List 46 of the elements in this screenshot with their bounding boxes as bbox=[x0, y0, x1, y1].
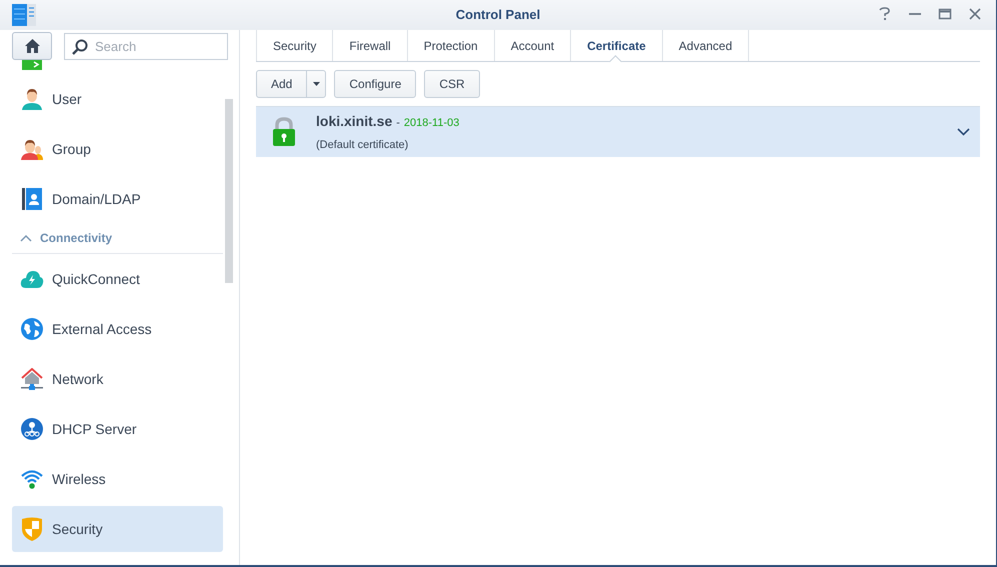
certificate-row[interactable]: loki.xinit.se - 2018-11-03 (Default certificate) bbox=[256, 106, 980, 157]
home-icon bbox=[24, 39, 40, 53]
tab[interactable]: Advanced bbox=[662, 30, 750, 61]
chevron-icon[interactable] bbox=[20, 234, 32, 242]
people-icon bbox=[21, 138, 43, 160]
contact-book-icon bbox=[21, 188, 43, 210]
maximize-icon[interactable] bbox=[938, 7, 952, 21]
sidebar-item[interactable]: Network bbox=[12, 356, 223, 402]
sidebar-item[interactable]: DHCP Server bbox=[12, 406, 223, 452]
home-button[interactable] bbox=[12, 32, 52, 60]
house-network-icon bbox=[20, 368, 44, 390]
cloud-lightning-icon bbox=[20, 269, 44, 289]
sidebar-item[interactable]: Group bbox=[12, 126, 223, 172]
app-icon bbox=[12, 4, 36, 26]
sidebar-item[interactable]: Domain/LDAP bbox=[12, 176, 223, 222]
tab[interactable]: Security bbox=[256, 30, 332, 61]
section-heading: Connectivity bbox=[40, 230, 112, 246]
scrollbar-thumb[interactable] bbox=[225, 99, 233, 283]
sidebar-item[interactable]: Wireless bbox=[12, 456, 223, 502]
search-field[interactable]: Search bbox=[64, 32, 228, 60]
certificate-note: (Default certificate) bbox=[316, 138, 410, 153]
network-nodes-icon bbox=[21, 418, 43, 440]
help-icon[interactable] bbox=[878, 7, 892, 21]
certificate-name: loki.xinit.se bbox=[316, 112, 392, 131]
toolbar-button[interactable]: CSR bbox=[424, 70, 480, 98]
shield-icon bbox=[21, 517, 43, 541]
sidebar-item[interactable]: Security bbox=[12, 506, 223, 552]
chevron-down-icon[interactable] bbox=[957, 128, 970, 136]
expiry-date: 2018-11-03 bbox=[404, 116, 460, 131]
caret-icon bbox=[312, 82, 320, 86]
wifi-icon bbox=[21, 469, 43, 489]
tab[interactable]: Account bbox=[494, 30, 570, 61]
user-icon bbox=[21, 88, 43, 110]
sidebar-item[interactable]: User bbox=[12, 76, 223, 122]
tab[interactable]: Certificate bbox=[570, 30, 662, 61]
window-title: Control Panel bbox=[456, 6, 540, 24]
close-icon[interactable] bbox=[968, 7, 982, 21]
separator-text: - bbox=[396, 116, 400, 131]
sidebar-item[interactable]: External Access bbox=[12, 306, 223, 352]
globe-icon bbox=[21, 318, 43, 340]
toolbar-button[interactable]: Configure bbox=[334, 70, 416, 98]
sidebar-item[interactable]: QuickConnect bbox=[12, 256, 223, 302]
tab[interactable]: Firewall bbox=[332, 30, 407, 61]
tab[interactable]: Protection bbox=[406, 30, 494, 61]
search-icon bbox=[72, 38, 88, 54]
lock-icon bbox=[272, 117, 296, 147]
